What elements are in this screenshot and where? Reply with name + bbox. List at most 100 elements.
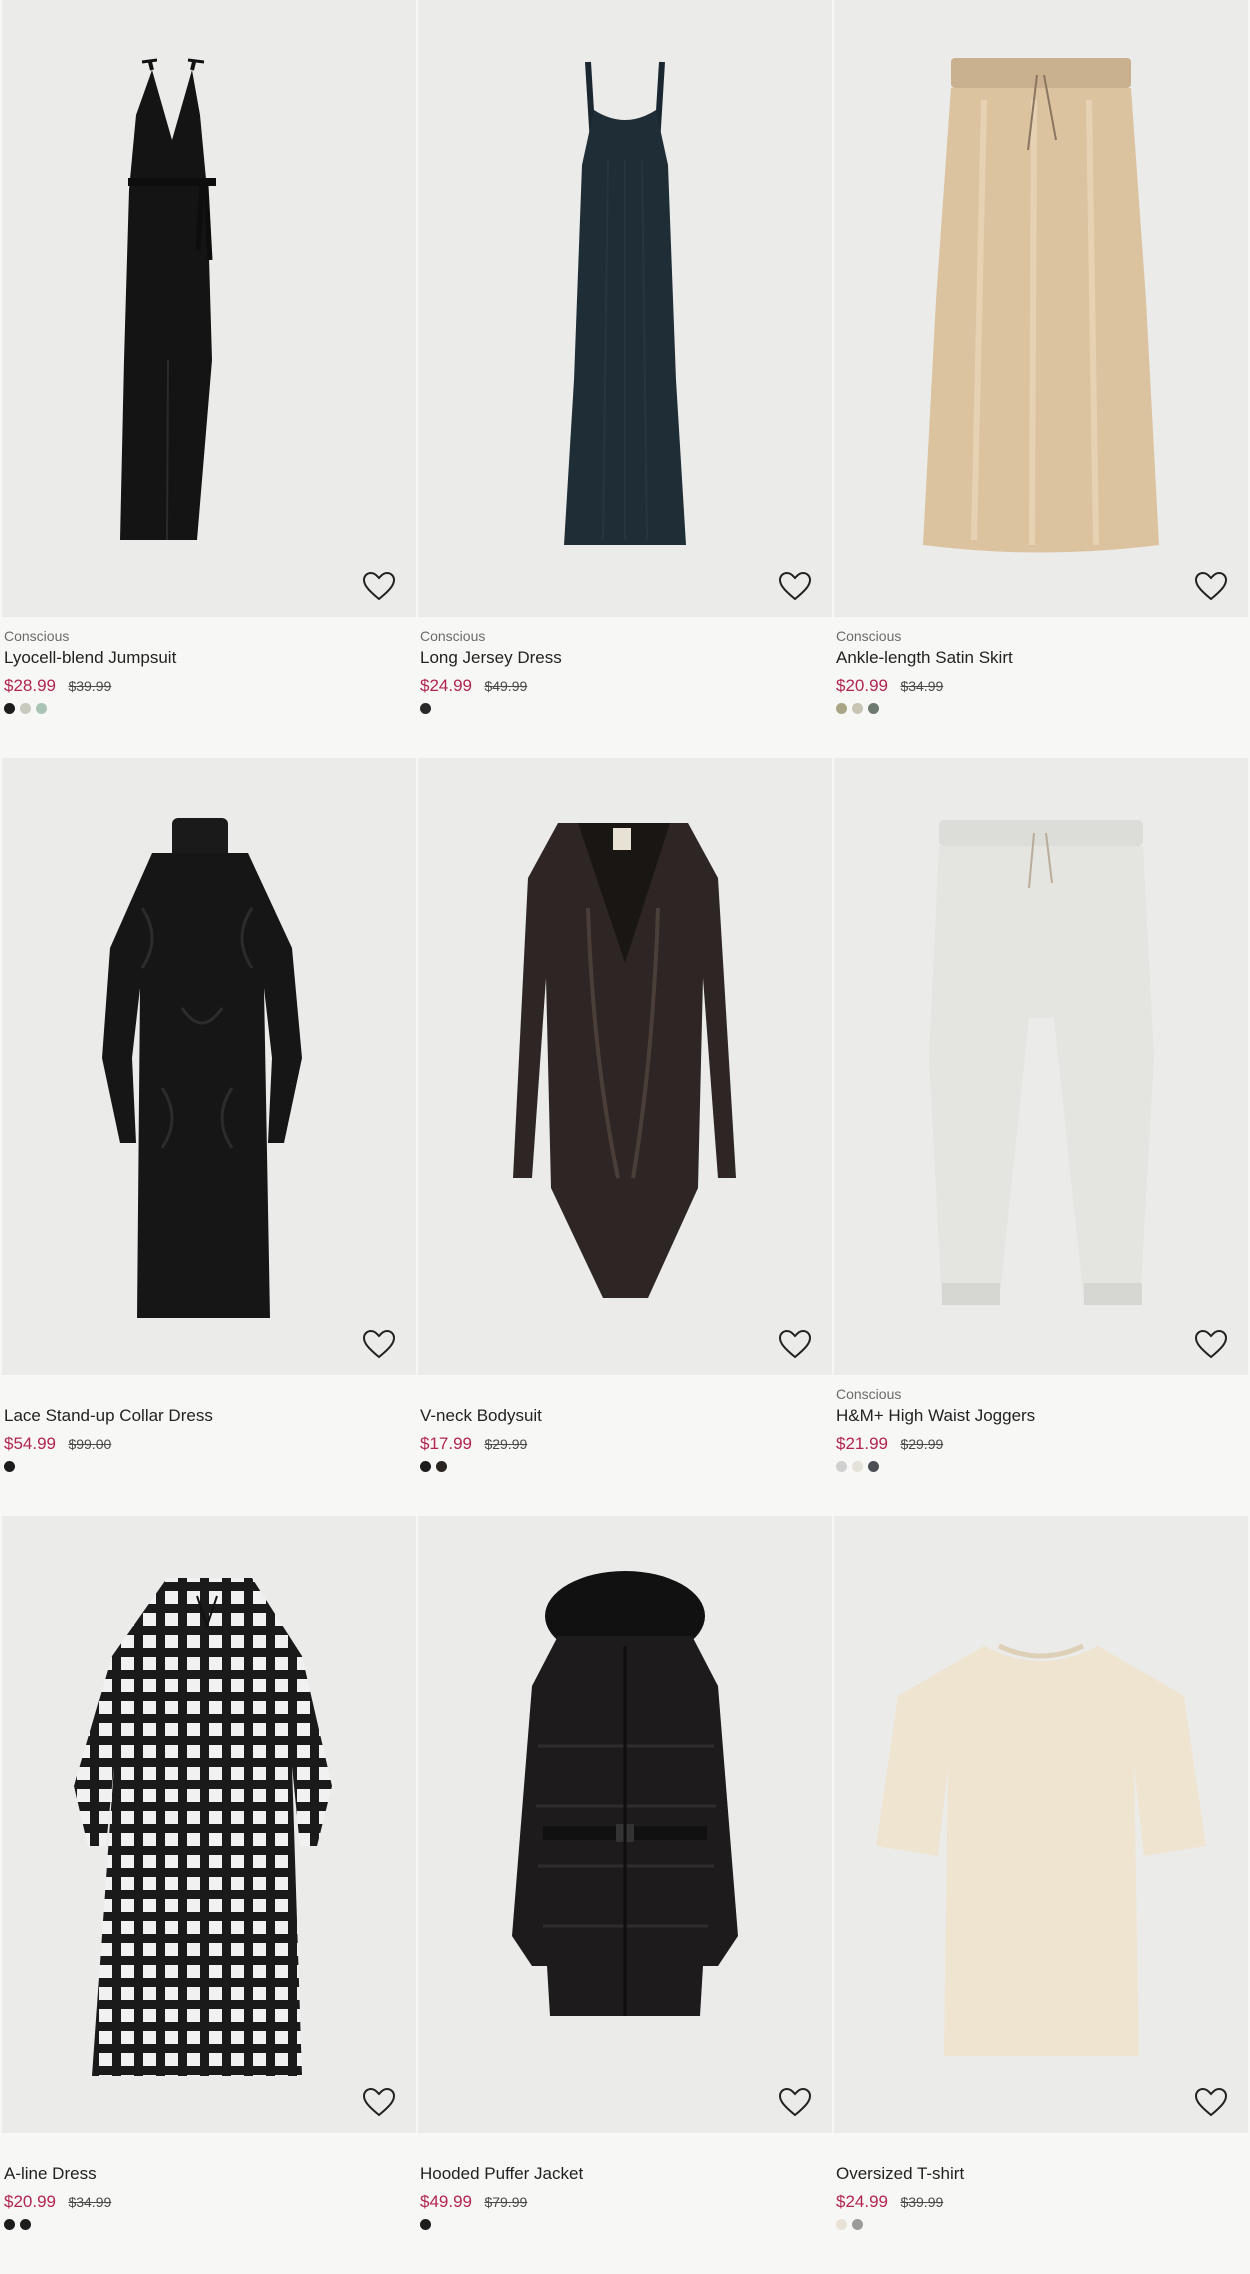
product-tag [4, 2143, 414, 2161]
product-image[interactable] [2, 758, 416, 1375]
product-image[interactable] [2, 0, 416, 617]
product-card[interactable]: V-neck Bodysuit $17.99 $29.99 [418, 758, 832, 1515]
sale-price: $24.99 [836, 2192, 888, 2211]
color-swatch[interactable] [4, 703, 15, 714]
color-swatch[interactable] [420, 2219, 431, 2230]
lace-dress-image [102, 818, 302, 1318]
product-image[interactable] [834, 1516, 1248, 2133]
bodysuit-image [513, 823, 736, 1298]
color-swatch[interactable] [836, 1461, 847, 1472]
sale-price: $24.99 [420, 676, 472, 695]
product-name[interactable]: Ankle-length Satin Skirt [836, 647, 1246, 669]
color-swatch[interactable] [20, 2219, 31, 2230]
puffer-jacket-image [512, 1571, 738, 2016]
tshirt-image [876, 1643, 1206, 2056]
favorite-heart-icon[interactable] [362, 571, 396, 601]
original-price: $29.99 [900, 1436, 944, 1452]
product-name[interactable]: Lace Stand-up Collar Dress [4, 1405, 414, 1427]
product-image[interactable] [418, 1516, 832, 2133]
color-swatches [4, 1461, 414, 1475]
color-swatch[interactable] [36, 703, 47, 714]
color-swatches [420, 1461, 830, 1475]
color-swatches [4, 703, 414, 717]
product-tag [836, 2143, 1246, 2161]
product-card[interactable]: Conscious Long Jersey Dress $24.99 $49.9… [418, 0, 832, 757]
original-price: $49.99 [484, 678, 528, 694]
product-name[interactable]: Hooded Puffer Jacket [420, 2163, 830, 2185]
color-swatch[interactable] [868, 703, 879, 714]
product-name[interactable]: A-line Dress [4, 2163, 414, 2185]
color-swatch[interactable] [868, 1461, 879, 1472]
color-swatches [420, 2219, 830, 2233]
sale-price: $20.99 [836, 676, 888, 695]
product-name[interactable]: Lyocell-blend Jumpsuit [4, 647, 414, 669]
joggers-image [929, 820, 1154, 1305]
color-swatches [836, 2219, 1246, 2233]
product-card[interactable]: Hooded Puffer Jacket $49.99 $79.99 [418, 1516, 832, 2273]
color-swatch[interactable] [420, 703, 431, 714]
product-card[interactable]: Oversized T-shirt $24.99 $39.99 [834, 1516, 1248, 2273]
favorite-heart-icon[interactable] [1194, 1329, 1228, 1359]
original-price: $79.99 [484, 2194, 528, 2210]
original-price: $34.99 [900, 678, 944, 694]
product-tag [4, 1385, 414, 1403]
product-tag: Conscious [836, 628, 902, 644]
product-name[interactable]: Oversized T-shirt [836, 2163, 1246, 2185]
color-swatch[interactable] [852, 2219, 863, 2230]
color-swatch[interactable] [4, 2219, 15, 2230]
product-tag [420, 2143, 830, 2161]
color-swatches [4, 2219, 414, 2233]
product-image[interactable] [2, 1516, 416, 2133]
original-price: $34.99 [68, 2194, 112, 2210]
favorite-heart-icon[interactable] [1194, 2087, 1228, 2117]
color-swatches [836, 1461, 1246, 1475]
product-card[interactable]: Conscious H&M+ High Waist Joggers $21.99… [834, 758, 1248, 1515]
jersey-dress-image [564, 61, 686, 545]
product-image[interactable] [834, 758, 1248, 1375]
product-tag: Conscious [420, 628, 486, 644]
product-image[interactable] [834, 0, 1248, 617]
color-swatch[interactable] [852, 703, 863, 714]
product-tag: Conscious [836, 1386, 902, 1402]
product-card[interactable]: A-line Dress $20.99 $34.99 [2, 1516, 416, 2273]
favorite-heart-icon[interactable] [778, 1329, 812, 1359]
favorite-heart-icon[interactable] [362, 1329, 396, 1359]
product-tag [420, 1385, 830, 1403]
color-swatch[interactable] [836, 2219, 847, 2230]
sale-price: $54.99 [4, 1434, 56, 1453]
color-swatches [836, 703, 1246, 717]
sale-price: $28.99 [4, 676, 56, 695]
color-swatch[interactable] [836, 703, 847, 714]
color-swatches [420, 703, 830, 717]
original-price: $29.99 [484, 1436, 528, 1452]
product-name[interactable]: H&M+ High Waist Joggers [836, 1405, 1246, 1427]
sale-price: $20.99 [4, 2192, 56, 2211]
original-price: $39.99 [68, 678, 112, 694]
plaid-dress-image [74, 1578, 332, 2076]
product-card[interactable]: Conscious Lyocell-blend Jumpsuit $28.99 … [2, 0, 416, 757]
favorite-heart-icon[interactable] [778, 571, 812, 601]
sale-price: $49.99 [420, 2192, 472, 2211]
sale-price: $21.99 [836, 1434, 888, 1453]
jumpsuit-image [120, 58, 216, 541]
favorite-heart-icon[interactable] [778, 2087, 812, 2117]
product-image[interactable] [418, 0, 832, 617]
product-grid: Conscious Lyocell-blend Jumpsuit $28.99 … [0, 0, 1250, 2274]
product-name[interactable]: V-neck Bodysuit [420, 1405, 830, 1427]
color-swatch[interactable] [852, 1461, 863, 1472]
color-swatch[interactable] [420, 1461, 431, 1472]
product-image[interactable] [418, 758, 832, 1375]
satin-skirt-image [923, 58, 1159, 553]
favorite-heart-icon[interactable] [1194, 571, 1228, 601]
product-card[interactable]: Conscious Ankle-length Satin Skirt $20.9… [834, 0, 1248, 757]
original-price: $99.00 [68, 1436, 112, 1452]
color-swatch[interactable] [4, 1461, 15, 1472]
product-tag: Conscious [4, 628, 70, 644]
color-swatch[interactable] [20, 703, 31, 714]
favorite-heart-icon[interactable] [362, 2087, 396, 2117]
product-name[interactable]: Long Jersey Dress [420, 647, 830, 669]
sale-price: $17.99 [420, 1434, 472, 1453]
original-price: $39.99 [900, 2194, 944, 2210]
color-swatch[interactable] [436, 1461, 447, 1472]
product-card[interactable]: Lace Stand-up Collar Dress $54.99 $99.00 [2, 758, 416, 1515]
